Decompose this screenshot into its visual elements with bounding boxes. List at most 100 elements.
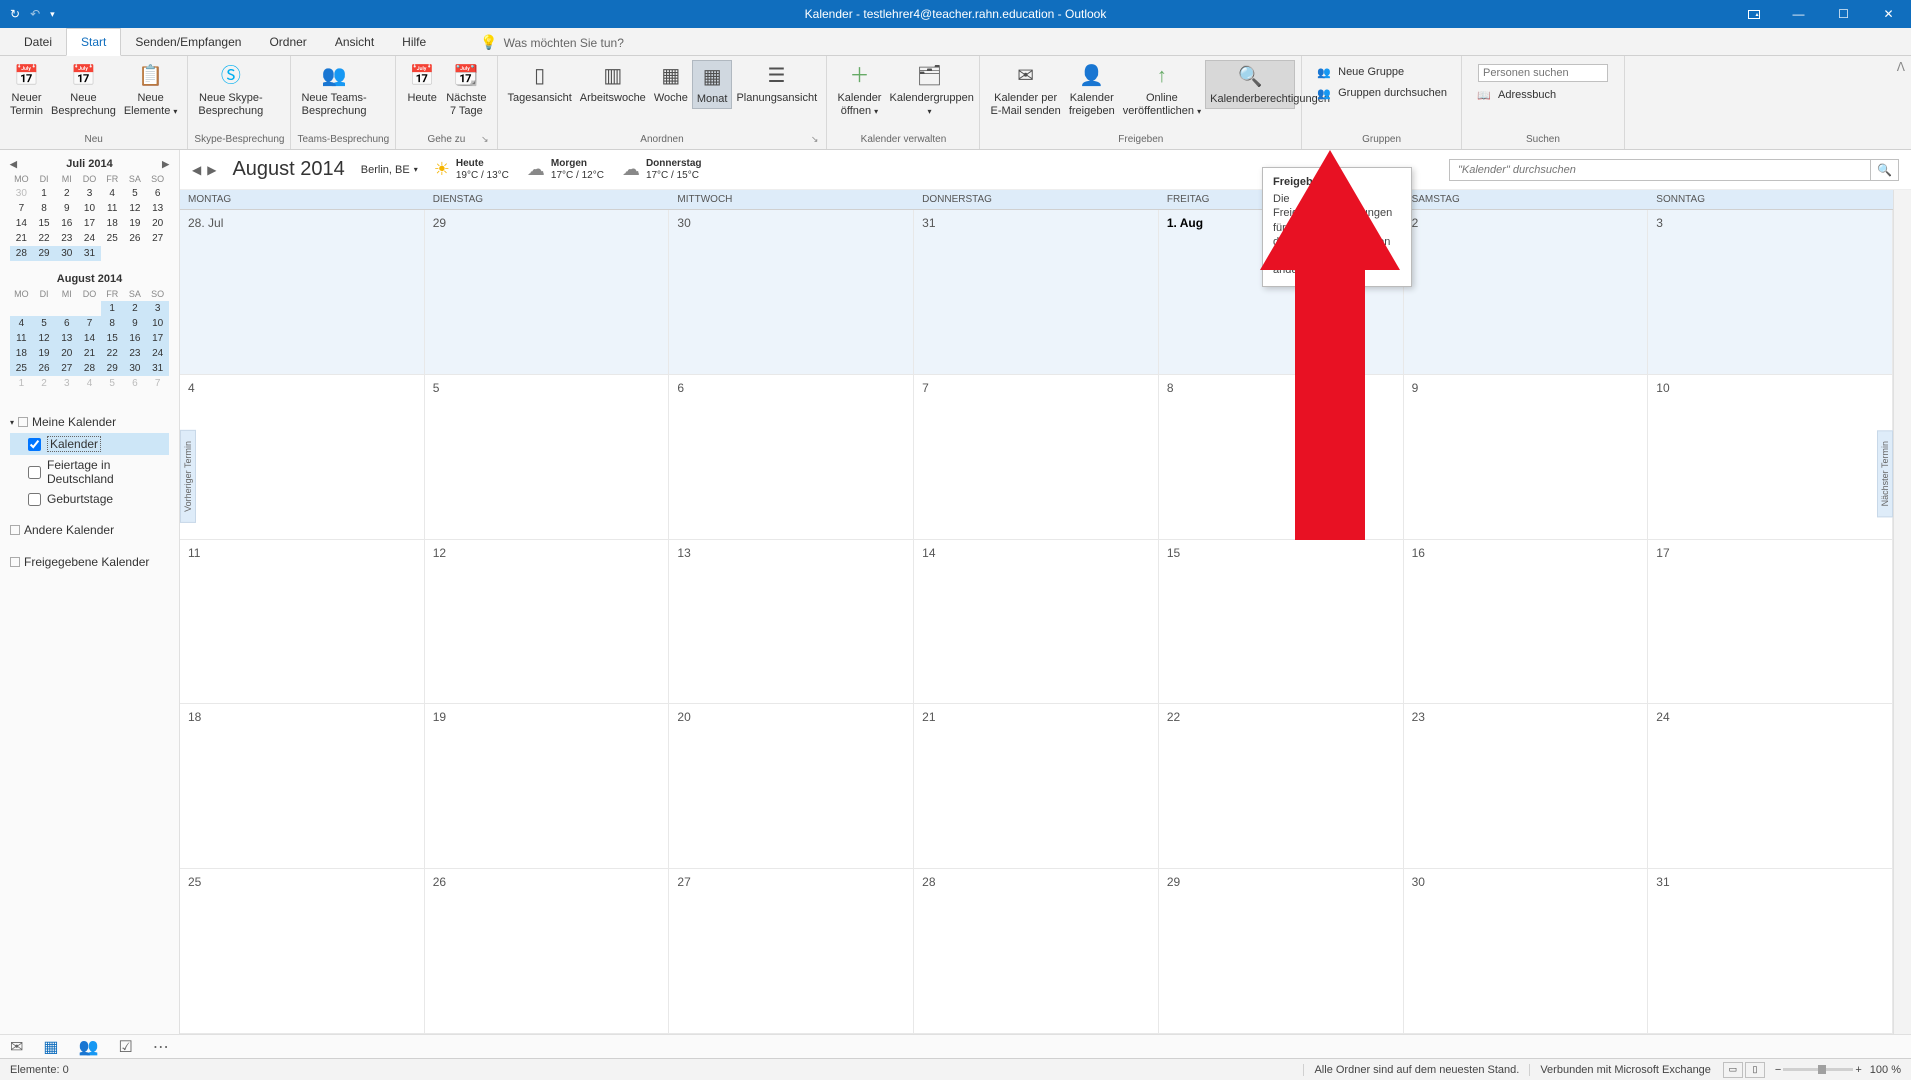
calendar-icon[interactable]: ▦ <box>43 1037 58 1057</box>
qat-customize-icon[interactable]: ▾ <box>50 9 55 20</box>
mini-cal-day[interactable]: 8 <box>33 201 56 216</box>
mini-cal-day[interactable]: 12 <box>33 331 56 346</box>
search-people-input[interactable] <box>1478 64 1608 82</box>
day-cell[interactable]: 15 <box>1159 540 1404 705</box>
day-cell[interactable]: 31 <box>1648 869 1893 1034</box>
zoom-in-icon[interactable]: + <box>1855 1064 1861 1076</box>
month-view-button[interactable]: ▦ Monat <box>692 60 733 109</box>
next-7-days-button[interactable]: 📆 Nächste7 Tage <box>442 60 490 120</box>
mini-cal-day[interactable]: 5 <box>101 376 124 391</box>
day-cell[interactable]: 28. Jul <box>180 210 425 375</box>
mini-cal-day[interactable]: 19 <box>33 346 56 361</box>
location-dropdown[interactable]: Berlin, BE ▾ <box>361 164 418 176</box>
mini-cal-day[interactable]: 1 <box>33 186 56 201</box>
minimize-button[interactable]: — <box>1776 0 1821 28</box>
view-reading-icon[interactable]: ▯ <box>1745 1062 1765 1078</box>
my-calendars-group[interactable]: ▾ Meine Kalender <box>10 411 169 433</box>
mini-cal-day[interactable]: 28 <box>78 361 101 376</box>
view-normal-icon[interactable]: ▭ <box>1723 1062 1743 1078</box>
day-cell[interactable]: 22 <box>1159 704 1404 869</box>
day-cell[interactable]: 11 <box>180 540 425 705</box>
day-cell[interactable]: 18 <box>180 704 425 869</box>
day-cell[interactable]: 14 <box>914 540 1159 705</box>
mini-cal-day[interactable]: 9 <box>55 201 78 216</box>
more-icon[interactable]: ⋯ <box>153 1037 169 1057</box>
mini-cal-day[interactable]: 23 <box>55 231 78 246</box>
mini-cal-day[interactable]: 24 <box>78 231 101 246</box>
weather-tomorrow[interactable]: ☁ Morgen17°C / 12°C <box>527 158 604 182</box>
mini-cal-day[interactable] <box>124 246 147 261</box>
weather-today[interactable]: ☀ Heute19°C / 13°C <box>434 158 509 182</box>
mini-cal-day[interactable]: 23 <box>124 346 147 361</box>
day-cell[interactable]: 20 <box>669 704 914 869</box>
mini-cal-day[interactable]: 20 <box>146 216 169 231</box>
mail-icon[interactable]: ✉ <box>10 1037 23 1057</box>
open-calendar-button[interactable]: ＋ Kalenderöffnen ▾ <box>833 60 885 120</box>
new-teams-meeting-button[interactable]: 👥 Neue Teams-Besprechung <box>297 60 370 120</box>
mini-cal-day[interactable]: 9 <box>124 316 147 331</box>
mini-cal-day[interactable]: 6 <box>146 186 169 201</box>
mini-cal-day[interactable]: 15 <box>101 331 124 346</box>
new-meeting-button[interactable]: 📅 NeueBesprechung <box>47 60 120 120</box>
mini-cal-day[interactable]: 16 <box>55 216 78 231</box>
calendar-checkbox[interactable] <box>28 466 41 479</box>
calendar-groups-button[interactable]: 🗂 Kalendergruppen▾ <box>885 60 973 120</box>
group-launcher-icon[interactable]: ↘ <box>811 134 819 145</box>
mini-cal-day[interactable]: 5 <box>124 186 147 201</box>
tasks-icon[interactable]: ☑ <box>118 1037 132 1057</box>
mini-cal-day[interactable]: 26 <box>124 231 147 246</box>
mini-cal-day[interactable]: 19 <box>124 216 147 231</box>
day-cell[interactable]: 4 <box>180 375 425 540</box>
mini-cal-day[interactable]: 31 <box>78 246 101 261</box>
mini-cal-day[interactable]: 27 <box>55 361 78 376</box>
tab-view[interactable]: Ansicht <box>321 29 388 55</box>
sync-icon[interactable]: ↻ <box>10 7 20 21</box>
mini-cal-day[interactable]: 7 <box>146 376 169 391</box>
week-view-button[interactable]: ▦ Woche <box>650 60 692 107</box>
zoom-slider[interactable] <box>1783 1068 1853 1071</box>
previous-appointment-tab[interactable]: Vorheriger Termin <box>180 430 196 523</box>
mini-cal-day[interactable]: 8 <box>101 316 124 331</box>
browse-groups-button[interactable]: 👥 Gruppen durchsuchen <box>1312 83 1451 103</box>
mini-cal-day[interactable] <box>146 246 169 261</box>
mini-cal-day[interactable]: 18 <box>10 346 33 361</box>
mini-cal-day[interactable]: 11 <box>10 331 33 346</box>
people-icon[interactable]: 👥 <box>79 1037 99 1057</box>
day-cell[interactable]: 27 <box>669 869 914 1034</box>
calendar-checkbox[interactable] <box>28 493 41 506</box>
publish-online-button[interactable]: ↑ Onlineveröffentlichen ▾ <box>1119 60 1205 120</box>
tab-send-receive[interactable]: Senden/Empfangen <box>121 29 255 55</box>
mini-cal-day[interactable]: 21 <box>78 346 101 361</box>
search-people-box[interactable] <box>1472 62 1614 84</box>
mini-cal-day[interactable]: 22 <box>33 231 56 246</box>
mini-cal-day[interactable] <box>10 301 33 316</box>
weather-day3[interactable]: ☁ Donnerstag17°C / 15°C <box>622 158 702 182</box>
email-calendar-button[interactable]: ✉ Kalender perE-Mail senden <box>986 60 1064 120</box>
mini-cal-day[interactable]: 1 <box>101 301 124 316</box>
day-cell[interactable]: 29 <box>425 210 670 375</box>
ribbon-display-options[interactable]: ▴ <box>1731 0 1776 28</box>
day-cell[interactable]: 23 <box>1404 704 1649 869</box>
mini-cal-day[interactable]: 29 <box>101 361 124 376</box>
group-launcher-icon[interactable]: ↘ <box>481 134 489 145</box>
mini-cal-day[interactable]: 11 <box>101 201 124 216</box>
mini-cal-day[interactable]: 17 <box>146 331 169 346</box>
mini-cal-day[interactable]: 28 <box>10 246 33 261</box>
day-cell[interactable]: 24 <box>1648 704 1893 869</box>
mini-cal-day[interactable]: 16 <box>124 331 147 346</box>
mini-cal-day[interactable]: 13 <box>55 331 78 346</box>
day-cell[interactable]: 21 <box>914 704 1159 869</box>
new-appointment-button[interactable]: 📅 NeuerTermin <box>6 60 47 120</box>
day-cell[interactable]: 28 <box>914 869 1159 1034</box>
new-skype-meeting-button[interactable]: Ⓢ Neue Skype-Besprechung <box>194 60 267 120</box>
zoom-out-icon[interactable]: − <box>1775 1064 1781 1076</box>
today-button[interactable]: 📅 Heute <box>402 60 442 107</box>
mini-cal-day[interactable]: 27 <box>146 231 169 246</box>
mini-cal-day[interactable]: 3 <box>78 186 101 201</box>
search-button[interactable]: 🔍 <box>1871 159 1899 181</box>
day-cell[interactable]: 30 <box>1404 869 1649 1034</box>
collapse-ribbon-icon[interactable]: ᐱ <box>1897 60 1905 74</box>
close-button[interactable]: ✕ <box>1866 0 1911 28</box>
mini-cal-day[interactable]: 30 <box>10 186 33 201</box>
schedule-view-button[interactable]: ☰ Planungsansicht <box>732 60 820 107</box>
